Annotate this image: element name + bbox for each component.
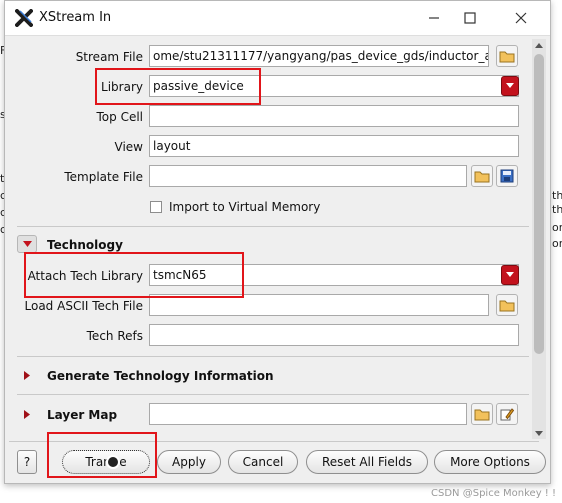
- watermark-text: CSDN @Spice Monkey ! !: [431, 488, 556, 499]
- help-button[interactable]: ?: [17, 450, 37, 474]
- import-virtual-memory-label: Import to Virtual Memory: [169, 200, 321, 214]
- background-text: on: [552, 221, 562, 234]
- folder-icon: [474, 171, 490, 183]
- chevron-down-icon: [506, 272, 514, 277]
- technology-section-label: Technology: [47, 238, 123, 252]
- layer-map-label: Layer Map: [47, 408, 118, 422]
- load-ascii-tech-file-label: Load ASCII Tech File: [24, 299, 143, 313]
- background-text: th: [552, 189, 562, 202]
- background-text: th: [552, 203, 562, 216]
- chevron-down-icon: [506, 83, 514, 88]
- divider: [17, 394, 529, 395]
- minimize-button[interactable]: [421, 5, 447, 31]
- template-file-input[interactable]: [149, 165, 467, 187]
- scroll-down-button[interactable]: [532, 427, 546, 439]
- layer-map-toggle[interactable]: [21, 408, 33, 420]
- scroll-up-button[interactable]: [532, 39, 546, 51]
- caret-down-icon: [22, 241, 32, 247]
- title-bar[interactable]: XStream In: [5, 1, 550, 36]
- library-highlight-box: [95, 68, 261, 105]
- import-virtual-memory-checkbox[interactable]: [150, 201, 162, 213]
- save-template-file-button[interactable]: [496, 165, 518, 187]
- top-cell-label: Top Cell: [96, 110, 144, 124]
- browse-stream-file-button[interactable]: [496, 45, 518, 67]
- browse-ascii-tech-file-button[interactable]: [496, 294, 518, 316]
- view-label: View: [114, 140, 143, 154]
- edit-icon: [500, 408, 514, 421]
- divider: [17, 356, 529, 357]
- window-title: XStream In: [39, 10, 112, 25]
- folder-icon: [499, 300, 515, 312]
- caret-right-icon: [24, 409, 30, 419]
- tech-refs-label: Tech Refs: [86, 329, 143, 343]
- cancel-button[interactable]: Cancel: [228, 450, 298, 474]
- background-text: on: [552, 237, 562, 250]
- app-logo-icon: [15, 9, 33, 27]
- attach-tech-library-highlight-box: [24, 252, 244, 298]
- reset-all-fields-button[interactable]: Reset All Fields: [306, 450, 428, 474]
- maximize-button[interactable]: [457, 5, 483, 31]
- close-icon: [515, 12, 527, 24]
- layer-map-input[interactable]: [149, 403, 467, 425]
- folder-icon: [499, 51, 515, 63]
- caret-right-icon: [24, 370, 30, 380]
- library-dropdown-button[interactable]: [501, 76, 519, 96]
- maximize-icon: [464, 12, 476, 24]
- more-options-button[interactable]: More Options: [434, 450, 546, 474]
- browse-template-file-button[interactable]: [471, 165, 493, 187]
- translate-highlight-box: [47, 432, 157, 478]
- generate-tech-info-toggle[interactable]: [21, 369, 33, 381]
- stream-file-label: Stream File: [75, 50, 143, 64]
- template-file-label: Template File: [64, 170, 143, 184]
- generate-tech-info-label: Generate Technology Information: [47, 369, 274, 383]
- tech-refs-input[interactable]: [149, 324, 519, 346]
- top-cell-input[interactable]: [149, 105, 519, 127]
- attach-tech-library-dropdown-button[interactable]: [501, 265, 519, 285]
- stream-file-input[interactable]: ome/stu21311177/yangyang/pas_device_gds/…: [149, 45, 489, 67]
- technology-toggle-button[interactable]: [17, 235, 37, 253]
- xstream-in-dialog: XStream In Stream File ome/stu21311177/y…: [4, 0, 551, 484]
- chevron-down-icon: [535, 430, 543, 436]
- close-button[interactable]: [508, 5, 534, 31]
- folder-icon: [474, 409, 490, 421]
- view-input[interactable]: layout: [149, 135, 519, 157]
- minimize-icon: [429, 17, 439, 19]
- edit-layer-map-button[interactable]: [496, 403, 518, 425]
- scrollbar-thumb[interactable]: [534, 54, 544, 354]
- divider: [17, 226, 529, 227]
- browse-layer-map-button[interactable]: [471, 403, 493, 425]
- save-icon: [500, 169, 514, 183]
- chevron-up-icon: [535, 42, 543, 48]
- apply-button[interactable]: Apply: [157, 450, 221, 474]
